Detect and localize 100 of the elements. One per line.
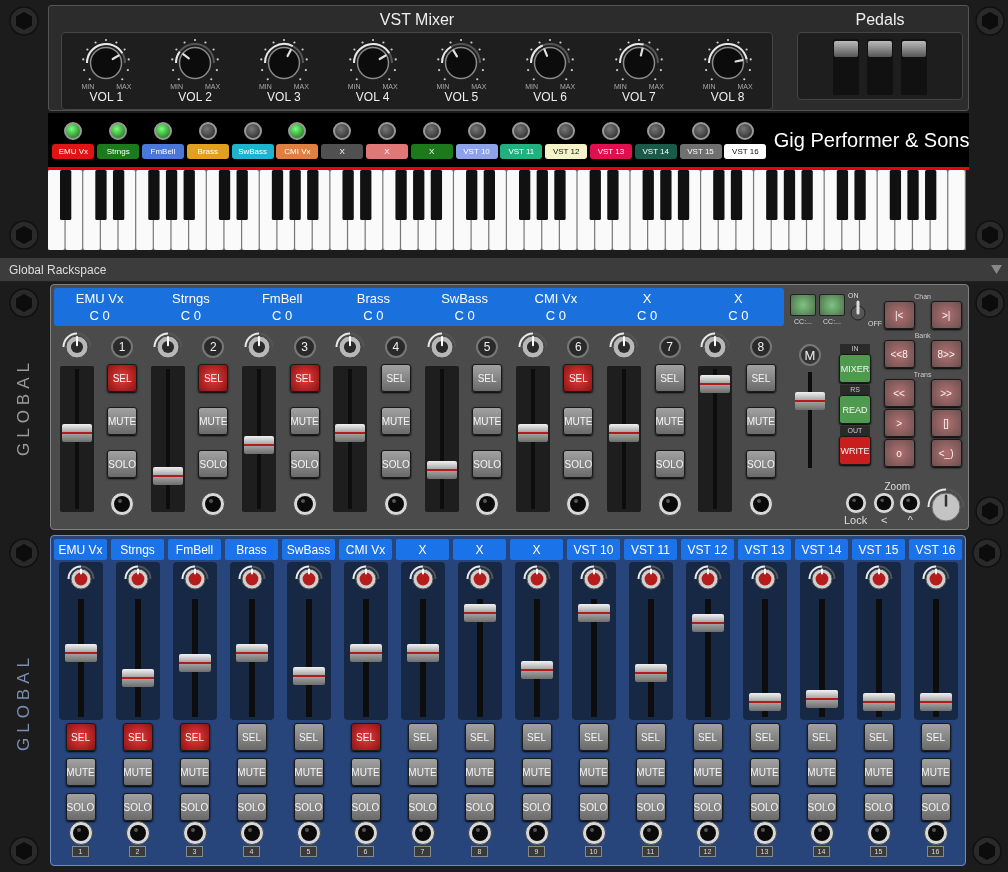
transport-button[interactable]: o [883,439,915,467]
fader-handle[interactable] [64,644,97,662]
mute-button[interactable]: MUTE [380,407,411,435]
transport-button[interactable]: |< [883,301,915,329]
transport-button[interactable]: [] [930,409,962,437]
mute-button[interactable]: MUTE [692,758,723,786]
mute-button[interactable]: MUTE [236,758,267,786]
select-button[interactable]: SEL [198,364,229,392]
pedal-handle[interactable] [868,41,892,57]
solo-button[interactable]: SOLO [198,450,229,478]
solo-button[interactable]: SOLO [293,793,324,821]
solo-button[interactable]: SOLO [407,793,438,821]
fader-handle[interactable] [517,423,548,442]
select-button[interactable]: SEL [472,364,503,392]
transport-button[interactable]: <_) [930,439,962,467]
level-knob[interactable] [807,565,836,593]
mute-button[interactable]: MUTE [464,758,495,786]
mute-button[interactable]: MUTE [179,758,210,786]
level-knob[interactable] [351,565,380,593]
mute-button[interactable]: MUTE [107,407,138,435]
select-button[interactable]: SEL [380,364,411,392]
solo-button[interactable]: SOLO [464,793,495,821]
mute-button[interactable]: MUTE [65,758,96,786]
fader-handle[interactable] [292,667,325,685]
select-button[interactable]: SEL [289,364,320,392]
solo-button[interactable]: SOLO [289,450,320,478]
mute-button[interactable]: MUTE [920,758,951,786]
level-knob[interactable] [123,565,152,593]
select-button[interactable]: SEL [749,723,780,751]
solo-button[interactable]: SOLO [806,793,837,821]
select-button[interactable]: SEL [236,723,267,751]
select-button[interactable]: SEL [863,723,894,751]
select-button[interactable]: SEL [563,364,594,392]
transport-button[interactable]: >| [930,301,962,329]
mute-button[interactable]: MUTE [749,758,780,786]
select-button[interactable]: SEL [806,723,837,751]
select-button[interactable]: SEL [407,723,438,751]
fader-handle[interactable] [335,423,366,442]
channel-label[interactable]: SwBass [231,143,274,159]
solo-button[interactable]: SOLO [635,793,666,821]
fader-handle[interactable] [349,644,382,662]
channel-label[interactable]: CMI Vx [276,143,319,159]
fader-handle[interactable] [700,375,731,394]
level-knob[interactable] [693,565,722,593]
solo-button[interactable]: SOLO [236,793,267,821]
level-knob[interactable] [864,565,893,593]
fader-handle[interactable] [244,436,274,455]
fader-handle[interactable] [634,664,667,682]
level-knob[interactable] [237,565,266,593]
fader-handle[interactable] [406,644,439,662]
channel-label[interactable]: VST 16 [724,143,767,159]
mute-button[interactable]: MUTE [578,758,609,786]
mute-button[interactable]: MUTE [635,758,666,786]
level-knob[interactable] [750,565,779,593]
solo-button[interactable]: SOLO [350,793,381,821]
fader-handle[interactable] [152,466,183,485]
select-button[interactable]: SEL [107,364,138,392]
select-button[interactable]: SEL [920,723,951,751]
mute-button[interactable]: MUTE [407,758,438,786]
channel-label[interactable]: X [321,143,364,159]
solo-button[interactable]: SOLO [563,450,594,478]
mode-button[interactable]: WRITE [839,436,871,465]
fader-handle[interactable] [520,661,553,679]
select-button[interactable]: SEL [293,723,324,751]
fader-handle[interactable] [61,423,92,442]
solo-button[interactable]: SOLO [654,450,685,478]
fader-handle[interactable] [862,693,895,711]
channel-label[interactable]: X [365,143,408,159]
select-button[interactable]: SEL [745,364,776,392]
level-knob[interactable] [921,565,950,593]
fader-handle[interactable] [919,693,952,711]
pedal-handle[interactable] [902,41,926,57]
solo-button[interactable]: SOLO [578,793,609,821]
mute-button[interactable]: MUTE [654,407,685,435]
channel-label[interactable]: VST 10 [455,143,498,159]
transport-button[interactable]: >> [930,379,962,407]
dropdown-icon[interactable] [991,265,1002,274]
assign-button[interactable] [790,294,816,316]
mute-button[interactable]: MUTE [293,758,324,786]
channel-label[interactable]: VST 14 [634,143,677,159]
mute-button[interactable]: MUTE [563,407,594,435]
transport-button[interactable]: << [883,379,915,407]
mute-button[interactable]: MUTE [289,407,320,435]
fader-handle[interactable] [121,669,154,687]
solo-button[interactable]: SOLO [920,793,951,821]
level-knob[interactable] [294,565,323,593]
solo-button[interactable]: SOLO [692,793,723,821]
solo-button[interactable]: SOLO [380,450,411,478]
channel-label[interactable]: VST 15 [679,143,722,159]
select-button[interactable]: SEL [635,723,666,751]
level-knob[interactable] [180,565,209,593]
solo-button[interactable]: SOLO [472,450,503,478]
fader-handle[interactable] [609,423,639,442]
fader-handle[interactable] [426,460,457,479]
channel-label[interactable]: VST 11 [500,143,543,159]
select-button[interactable]: SEL [350,723,381,751]
mute-button[interactable]: MUTE [350,758,381,786]
solo-button[interactable]: SOLO [749,793,780,821]
assign-button[interactable] [819,294,845,316]
fader-handle[interactable] [691,614,724,632]
